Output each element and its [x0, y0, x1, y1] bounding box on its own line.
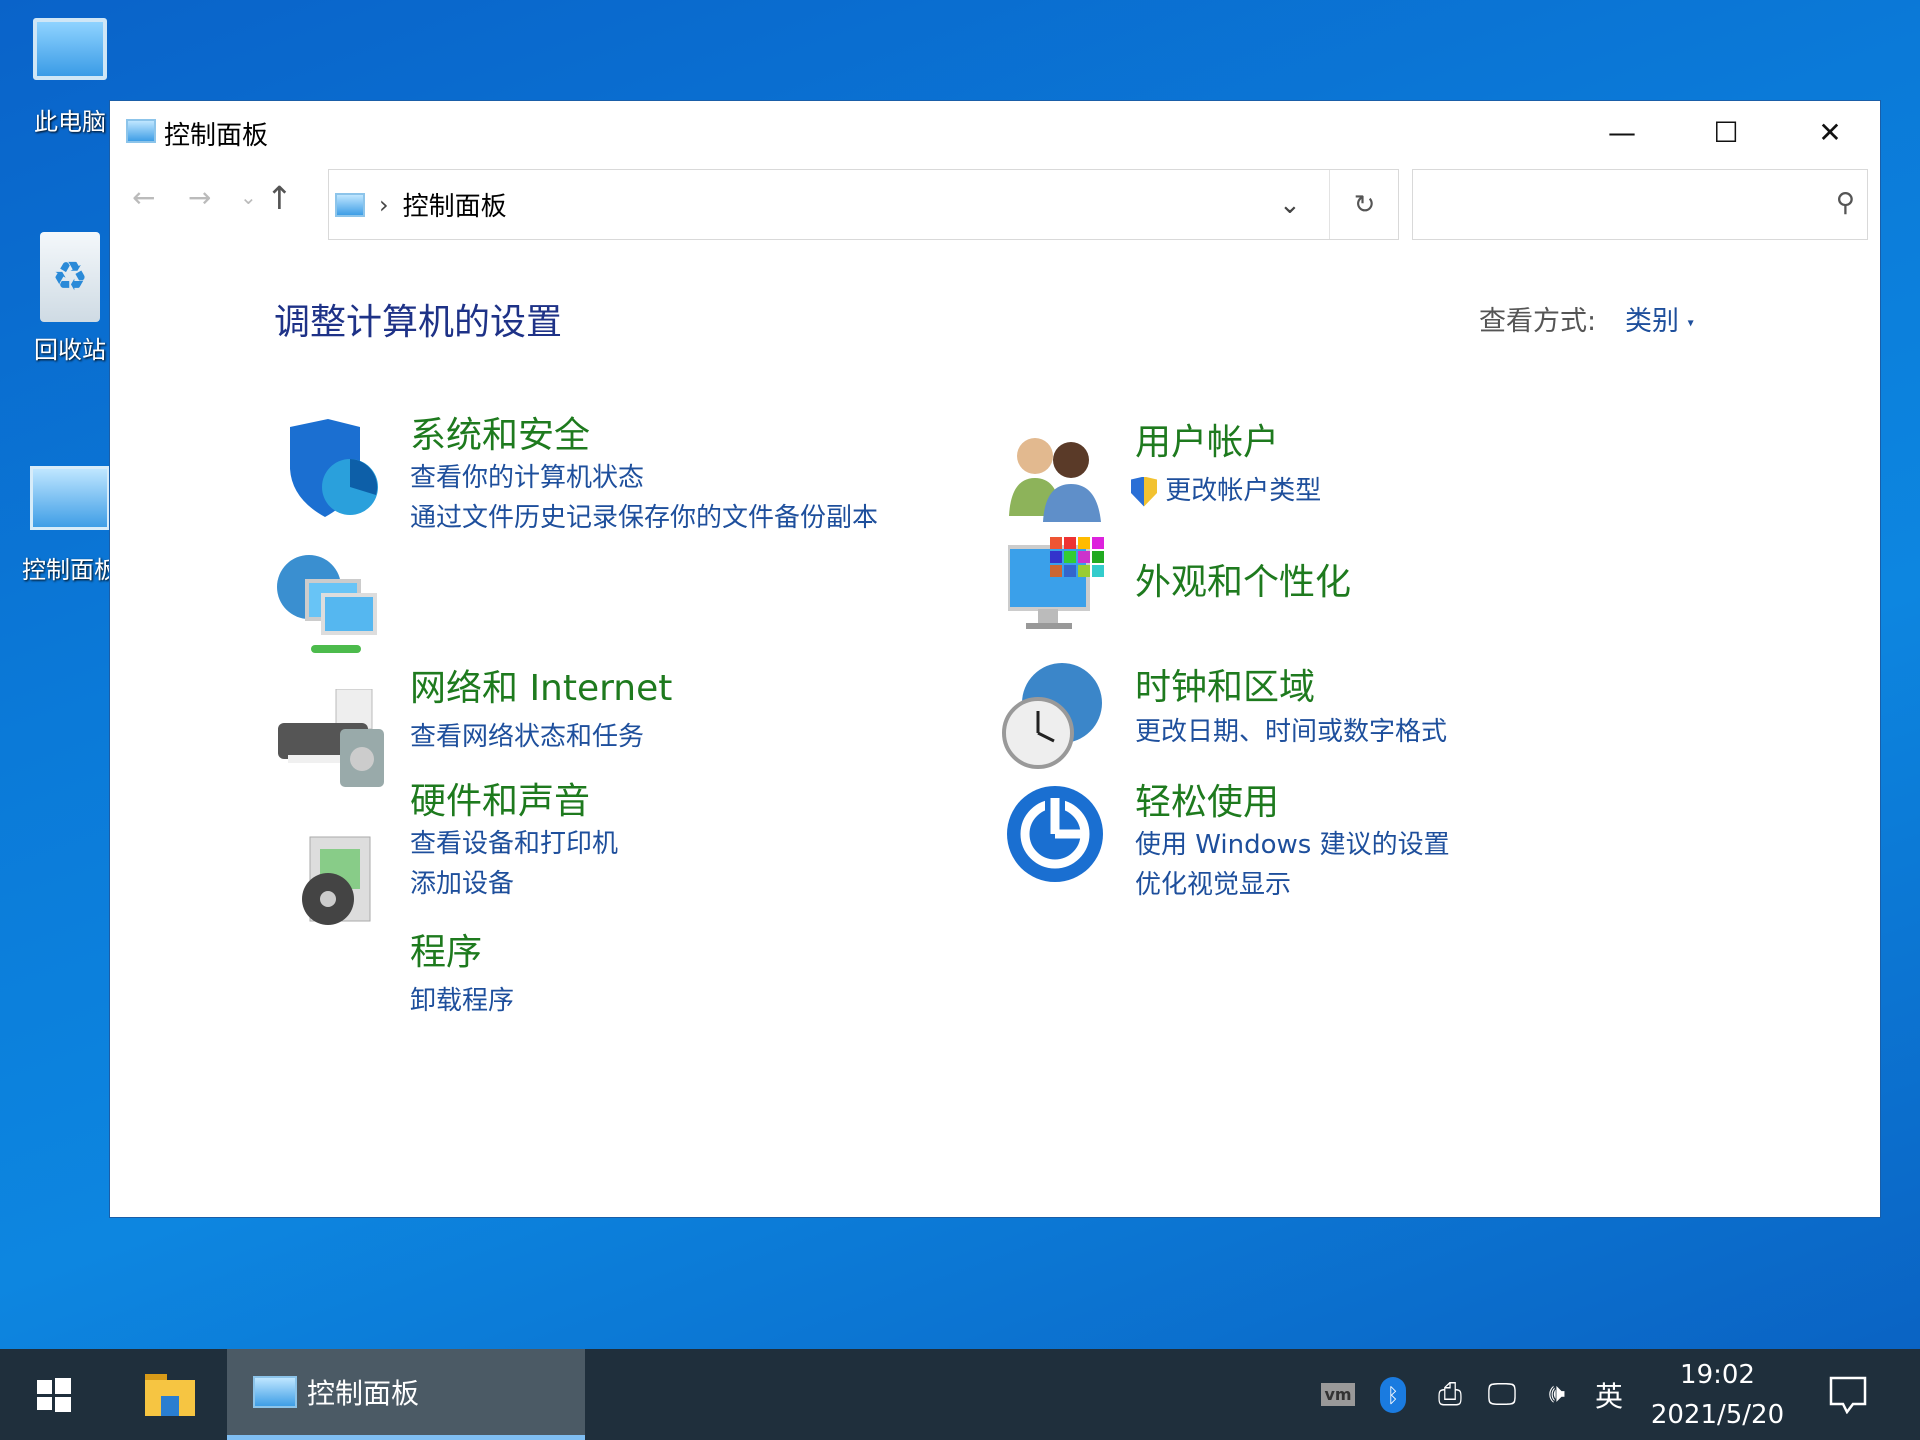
- maximize-button[interactable]: ☐: [1674, 101, 1778, 163]
- category-title-link[interactable]: 轻松使用: [1135, 773, 1450, 825]
- up-button[interactable]: ↑: [266, 179, 293, 217]
- start-button[interactable]: [0, 1349, 108, 1440]
- computer-icon: [33, 18, 107, 80]
- recycle-bin-icon: ♻: [40, 232, 100, 322]
- category-title-link[interactable]: 程序: [410, 923, 514, 975]
- task-link[interactable]: 优化视觉显示: [1135, 865, 1450, 905]
- category-system-security: 系统和安全 查看你的计算机状态 通过文件历史记录保存你的文件备份副本: [410, 406, 878, 538]
- folder-icon: [145, 1373, 195, 1416]
- task-link[interactable]: 通过文件历史记录保存你的文件备份副本: [410, 498, 878, 538]
- task-link[interactable]: 添加设备: [410, 864, 618, 904]
- breadcrumb-control-panel[interactable]: 控制面板: [403, 186, 507, 223]
- desktop-icon-control-panel[interactable]: 控制面板: [20, 466, 120, 585]
- address-bar[interactable]: › 控制面板 ⌄ ↻: [328, 169, 1399, 240]
- shield-icon: [280, 419, 380, 519]
- search-icon[interactable]: ⚲: [1836, 188, 1855, 218]
- category-title-link[interactable]: 硬件和声音: [410, 772, 618, 824]
- control-panel-icon: [126, 119, 156, 143]
- volume-icon[interactable]: 🕪: [1536, 1349, 1578, 1440]
- recent-locations-button[interactable]: ⌄: [240, 185, 257, 209]
- clock-date: 2021/5/20: [1650, 1399, 1785, 1430]
- notification-icon: [1829, 1376, 1867, 1414]
- view-by-label: 查看方式:: [1479, 306, 1597, 337]
- category-clock-region: 时钟和区域 更改日期、时间或数字格式: [1135, 658, 1447, 752]
- task-link[interactable]: 查看设备和打印机: [410, 824, 618, 864]
- task-link-label: 更改帐户类型: [1165, 476, 1322, 506]
- back-button[interactable]: ←: [132, 181, 155, 214]
- category-title-link[interactable]: 用户帐户: [1135, 413, 1321, 465]
- task-link[interactable]: 更改帐户类型: [1131, 471, 1321, 511]
- task-link[interactable]: 卸载程序: [410, 981, 514, 1021]
- refresh-icon: ↻: [1353, 189, 1376, 220]
- printer-icon: [278, 688, 384, 789]
- category-title-link[interactable]: 系统和安全: [410, 406, 878, 458]
- minimize-button[interactable]: —: [1570, 101, 1674, 163]
- clock-globe-icon: [1000, 663, 1102, 769]
- category-programs: 程序 卸载程序: [410, 923, 514, 1021]
- file-explorer-button[interactable]: [125, 1349, 215, 1440]
- desktop-icon-label: 此电脑: [34, 108, 106, 136]
- network-icon[interactable]: 🖵: [1482, 1349, 1522, 1440]
- search-input[interactable]: [1423, 170, 1803, 236]
- programs-icon: [290, 829, 390, 929]
- usb-device-icon[interactable]: ⎙: [1432, 1349, 1468, 1440]
- view-by-value: 类别: [1625, 306, 1679, 337]
- category-appearance: 外观和个性化: [1135, 553, 1351, 605]
- appearance-icon: [1006, 537, 1108, 637]
- address-dropdown-button[interactable]: ⌄: [1279, 190, 1301, 220]
- vmware-tray-icon[interactable]: vm: [1318, 1349, 1358, 1440]
- desktop-icon-this-pc[interactable]: 此电脑: [20, 18, 120, 137]
- category-ease-of-access: 轻松使用 使用 Windows 建议的设置 优化视觉显示: [1135, 773, 1450, 905]
- vm-label: vm: [1321, 1383, 1355, 1406]
- control-panel-icon: [30, 466, 110, 530]
- category-title-link[interactable]: 时钟和区域: [1135, 658, 1447, 710]
- forward-button[interactable]: →: [188, 181, 211, 214]
- taskbar-item-control-panel[interactable]: 控制面板: [227, 1349, 585, 1440]
- category-hardware-sound: 硬件和声音 查看设备和打印机 添加设备: [410, 772, 618, 904]
- category-user-accounts: 用户帐户 更改帐户类型: [1131, 413, 1321, 511]
- user-accounts-icon: [1005, 426, 1105, 526]
- window-title: 控制面板: [164, 121, 269, 151]
- view-by-dropdown[interactable]: 类别 ▾: [1625, 299, 1694, 338]
- dropdown-arrow-icon: ▾: [1687, 315, 1694, 330]
- refresh-button[interactable]: ↻: [1329, 170, 1399, 239]
- control-panel-icon: [253, 1376, 297, 1408]
- category-network-internet: 网络和 Internet 查看网络状态和任务: [410, 659, 672, 757]
- task-link[interactable]: 更改日期、时间或数字格式: [1135, 712, 1447, 752]
- desktop-icon-label: 回收站: [34, 336, 106, 364]
- desktop-icon-label: 控制面板: [22, 556, 118, 584]
- task-link[interactable]: 使用 Windows 建议的设置: [1135, 825, 1450, 865]
- control-panel-icon: [335, 192, 365, 217]
- breadcrumb-separator[interactable]: ›: [379, 191, 389, 219]
- category-title-link[interactable]: 外观和个性化: [1135, 553, 1351, 605]
- uac-shield-icon: [1131, 476, 1157, 507]
- category-title-link[interactable]: 网络和 Internet: [410, 659, 672, 711]
- taskbar-item-label: 控制面板: [307, 1377, 420, 1410]
- clock-time: 19:02: [1680, 1359, 1755, 1390]
- taskbar: 控制面板 vm ᛒ ⎙ 🖵 🕪 英 19:02 2021/5/20: [0, 1349, 1920, 1440]
- ease-of-access-icon: [1005, 784, 1105, 884]
- close-button[interactable]: ✕: [1778, 101, 1882, 163]
- page-title: 调整计算机的设置: [274, 302, 563, 343]
- input-method-indicator[interactable]: 英: [1590, 1349, 1628, 1440]
- action-center-button[interactable]: [1818, 1349, 1878, 1440]
- task-link[interactable]: 查看你的计算机状态: [410, 458, 878, 498]
- search-box[interactable]: ⚲: [1412, 169, 1868, 240]
- network-icon: [275, 553, 377, 653]
- control-panel-window: 控制面板 — ☐ ✕ ← → ⌄ ↑ › 控制面板 ⌄ ↻ ⚲ 调整计算机的设置…: [109, 100, 1881, 1218]
- desktop-icon-recycle-bin[interactable]: ♻ 回收站: [20, 232, 120, 365]
- task-link[interactable]: 查看网络状态和任务: [410, 717, 672, 757]
- title-bar[interactable]: 控制面板 — ☐ ✕: [110, 101, 1880, 163]
- bluetooth-icon[interactable]: ᛒ: [1378, 1349, 1408, 1440]
- clock[interactable]: 19:02 2021/5/20: [1640, 1349, 1795, 1440]
- windows-logo-icon: [37, 1377, 71, 1412]
